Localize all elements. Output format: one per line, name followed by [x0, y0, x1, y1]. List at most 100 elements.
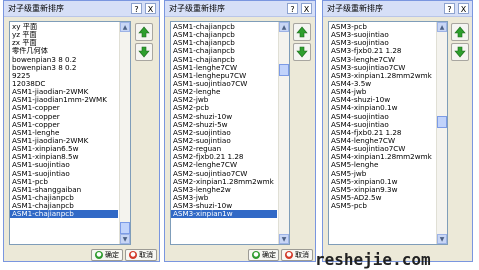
list-item[interactable]: ASM3-xinpian1w: [171, 210, 277, 219]
list-item[interactable]: ASM3-xinpian1.28mm2wmk: [329, 72, 435, 80]
list-item[interactable]: yz 平面: [10, 31, 118, 39]
scroll-down-icon[interactable]: ▼: [120, 234, 130, 244]
vertical-scrollbar[interactable]: ▲ ▼: [119, 22, 130, 244]
scroll-down-icon[interactable]: ▼: [437, 234, 447, 244]
list-item[interactable]: ASM1-chajianpcb: [10, 210, 118, 219]
close-button[interactable]: X: [458, 3, 469, 14]
list-item[interactable]: ASM2-suojintiao7CW: [171, 170, 277, 178]
list-item[interactable]: ASM2-shuzi-5w: [171, 121, 277, 129]
list-item[interactable]: ASM1-jiaodian-2WMK: [10, 88, 118, 96]
list-item[interactable]: ASM2-fjxb0.21 1.28: [171, 153, 277, 161]
list-item[interactable]: ASM2-lenghe: [171, 88, 277, 96]
list-item[interactable]: ASM2-xinpian1.28mm2wmk: [171, 178, 277, 186]
list-item[interactable]: ASM5-AD2.5w: [329, 194, 435, 202]
vertical-scrollbar[interactable]: ▲ ▼: [278, 22, 289, 244]
list-item[interactable]: ASM1-lenghe: [10, 129, 118, 137]
list-item[interactable]: ASM3-suojintiao: [329, 39, 435, 47]
list-item[interactable]: ASM3-lenghe2w: [171, 186, 277, 194]
list-item[interactable]: ASM5-lenghe: [329, 161, 435, 169]
move-up-button[interactable]: [135, 23, 153, 41]
list-item[interactable]: ASM1-suojintiao: [10, 170, 118, 178]
list-item[interactable]: ASM4-jwb: [329, 88, 435, 96]
list-item[interactable]: ASM4-3.5w: [329, 80, 435, 88]
list-item[interactable]: ASM1-suojintiao7CW: [171, 80, 277, 88]
list-item[interactable]: ASM5-jwb: [329, 170, 435, 178]
move-down-button[interactable]: [293, 43, 311, 61]
list-item[interactable]: ASM1-lenghe7CW: [171, 64, 277, 72]
list-item[interactable]: bowenpian3 8 0.2: [10, 64, 118, 72]
children-listbox[interactable]: ASM3-pcb ASM3-suojintiao ASM3-suojintiao AS…: [328, 21, 448, 245]
list-item[interactable]: ASM2-lenghe7CW: [171, 161, 277, 169]
list-item[interactable]: ASM1-copper: [10, 104, 118, 112]
list-item[interactable]: ASM1-chajianpcb: [171, 23, 277, 31]
scroll-up-icon[interactable]: ▲: [279, 22, 289, 32]
list-item[interactable]: ASM1-copper: [10, 113, 118, 121]
list-item[interactable]: xy 平面: [10, 23, 118, 31]
help-button[interactable]: ?: [131, 3, 142, 14]
list-item[interactable]: ASM5-xinpian0.1w: [329, 178, 435, 186]
list-item[interactable]: ASM3-suojintiao7CW: [329, 64, 435, 72]
list-item[interactable]: ASM1-jiaodian-2WMK: [10, 137, 118, 145]
list-item[interactable]: ASM1-chajianpcb: [10, 202, 118, 210]
scroll-thumb[interactable]: [120, 222, 130, 234]
list-item[interactable]: ASM1-chajianpcb: [171, 31, 277, 39]
list-item[interactable]: ASM2-reguan: [171, 145, 277, 153]
list-item[interactable]: ASM2-jwb: [171, 96, 277, 104]
list-item[interactable]: ASM2-shuzi-10w: [171, 113, 277, 121]
help-button[interactable]: ?: [287, 3, 298, 14]
list-item[interactable]: ASM3-lenghe7CW: [329, 56, 435, 64]
close-button[interactable]: X: [301, 3, 312, 14]
cancel-button[interactable]: ● 取消: [125, 249, 157, 261]
list-item[interactable]: ASM1-chajianpcb: [10, 194, 118, 202]
list-item[interactable]: ASM1-copper: [10, 121, 118, 129]
list-item[interactable]: ASM1-shanggaiban: [10, 186, 118, 194]
list-item[interactable]: ASM4-fjxb0.21 1.28: [329, 129, 435, 137]
list-item[interactable]: ASM1-pcb: [10, 178, 118, 186]
list-item[interactable]: zx 平面: [10, 39, 118, 47]
list-item[interactable]: ASM4-suojintiao7CW: [329, 145, 435, 153]
list-item[interactable]: ASM4-lenghe7CW: [329, 137, 435, 145]
list-item[interactable]: ASM5-xinpian9.3w: [329, 186, 435, 194]
list-item[interactable]: ASM1-chajianpcb: [171, 56, 277, 64]
ok-button[interactable]: ● 确定: [91, 249, 123, 261]
list-item[interactable]: bowenpian3 8 0.2: [10, 56, 118, 64]
list-item[interactable]: ASM4-shuzi-10w: [329, 96, 435, 104]
list-item[interactable]: ASM1-chajianpcb: [171, 39, 277, 47]
scroll-down-icon[interactable]: ▼: [279, 234, 289, 244]
move-up-button[interactable]: [293, 23, 311, 41]
list-item[interactable]: 零件几何体: [10, 47, 118, 55]
vertical-scrollbar[interactable]: ▲ ▼: [436, 22, 447, 244]
close-button[interactable]: X: [145, 3, 156, 14]
help-button[interactable]: ?: [444, 3, 455, 14]
list-item[interactable]: ASM1-lenghepu7CW: [171, 72, 277, 80]
ok-button[interactable]: ● 确定: [248, 249, 279, 261]
move-up-button[interactable]: [451, 23, 469, 41]
cancel-button[interactable]: ● 取消: [281, 249, 313, 261]
list-item[interactable]: ASM2-suojintiao: [171, 129, 277, 137]
list-item[interactable]: ASM1-suojintiao: [10, 161, 118, 169]
list-item[interactable]: ASM1-xinpian6.5w: [10, 145, 118, 153]
list-item[interactable]: ASM3-suojintiao: [329, 31, 435, 39]
list-item[interactable]: ASM4-suojintiao: [329, 113, 435, 121]
scroll-thumb[interactable]: [437, 116, 447, 128]
scroll-up-icon[interactable]: ▲: [120, 22, 130, 32]
list-item[interactable]: ASM4-suojintiao: [329, 121, 435, 129]
list-item[interactable]: 12038DC: [10, 80, 118, 88]
list-item[interactable]: ASM3-jwb: [171, 194, 277, 202]
list-item[interactable]: ASM1-chajianpcb: [171, 47, 277, 55]
list-item[interactable]: ASM2-pcb: [171, 104, 277, 112]
list-item[interactable]: 9225: [10, 72, 118, 80]
list-item[interactable]: ASM1-jiaodian1mm-2WMK: [10, 96, 118, 104]
list-item[interactable]: ASM5-pcb: [329, 202, 435, 210]
scroll-up-icon[interactable]: ▲: [437, 22, 447, 32]
list-item[interactable]: ASM3-pcb: [329, 23, 435, 31]
list-item[interactable]: ASM3-shuzi-10w: [171, 202, 277, 210]
list-item[interactable]: ASM2-suojintiao: [171, 137, 277, 145]
list-item[interactable]: ASM3-fjxb0.21 1.28: [329, 47, 435, 55]
children-listbox[interactable]: xy 平面 yz 平面 zx 平面 零件几何体 bowenpian3 8 0.2 bowe…: [9, 21, 131, 245]
list-item[interactable]: ASM4-xinpian0.1w: [329, 104, 435, 112]
list-item[interactable]: ASM4-xinpian1.28mm2wmk: [329, 153, 435, 161]
move-down-button[interactable]: [451, 43, 469, 61]
list-item[interactable]: ASM1-xinpian8.5w: [10, 153, 118, 161]
children-listbox[interactable]: ASM1-chajianpcb ASM1-chajianpcb ASM1-chaji…: [170, 21, 290, 245]
